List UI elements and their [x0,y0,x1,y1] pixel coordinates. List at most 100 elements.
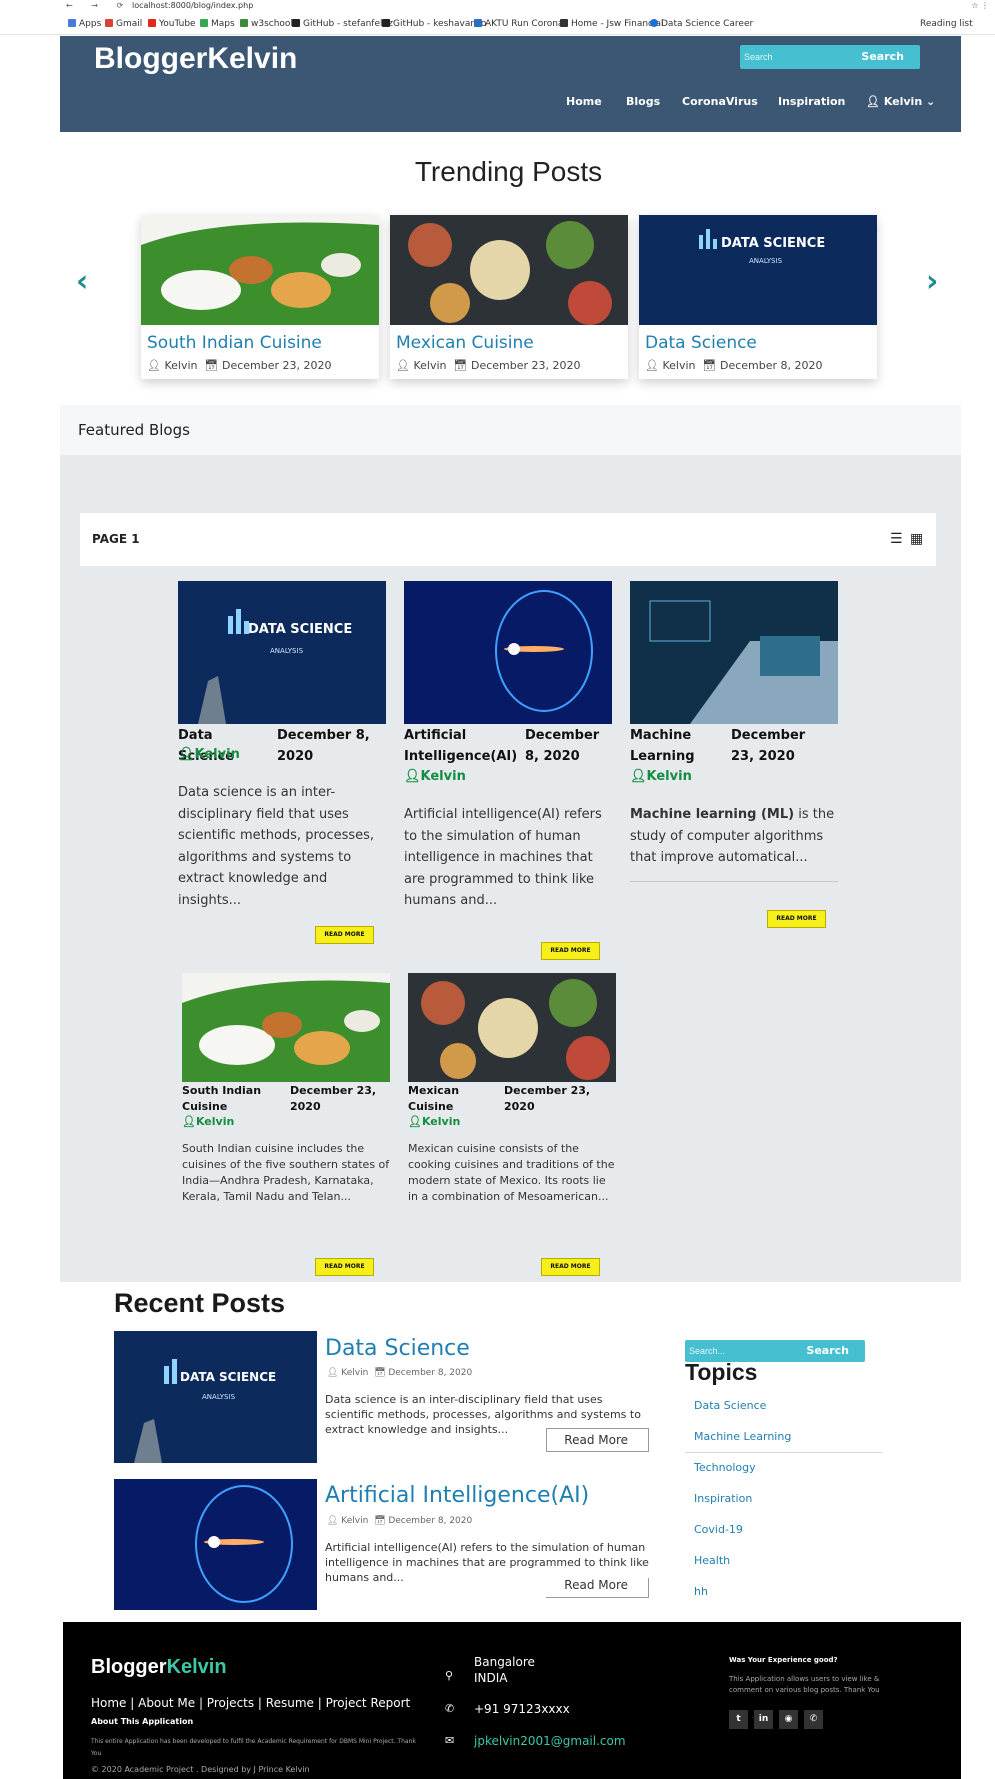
recent-post-meta: 👤︎ Kelvin 📅︎ December 8, 2020 [327,1368,473,1378]
bookmark-item[interactable]: Gmail [105,19,142,29]
footer-phone: +91 97123xxxx [474,1702,570,1716]
blog-title[interactable]: Artificial Intelligence(AI) [404,725,517,767]
footer-brand[interactable]: BloggerKelvin [91,1656,227,1679]
topic-link[interactable]: hh [694,1585,708,1598]
header-search-button[interactable]: Search [861,50,904,63]
footer-country: INDIA [474,1671,508,1685]
footer-about-heading: About This Application [91,1717,194,1726]
bookmark-item[interactable]: AKTU Run Corona [474,19,563,29]
phone-icon: ✆ [445,1702,455,1715]
nav-home[interactable]: Home [566,95,602,108]
recent-post-title[interactable]: Artificial Intelligence(AI) [325,1483,589,1508]
nav-blogs[interactable]: Blogs [626,95,660,108]
user-icon: 👤︎ [178,747,195,762]
bookmark-item[interactable]: GitHub - keshavanko [382,19,486,29]
sidebar-search-button[interactable]: Search [806,1344,849,1357]
trending-card-title[interactable]: Mexican Cuisine [396,333,534,353]
bookmark-item[interactable]: Apps [68,19,101,29]
svg-text:ANALYSIS: ANALYSIS [270,647,304,655]
trending-card[interactable]: DATA SCIENCE ANALYSIS Data Science 👤︎ Ke… [639,215,877,379]
topic-link[interactable]: Covid-19 [694,1523,743,1536]
blog-description: Data science is an inter-disciplinary fi… [178,785,375,908]
blog-date: December 23, 2020 [290,1084,377,1113]
linkedin-icon[interactable]: in [754,1710,773,1729]
reading-list[interactable]: Reading list [920,19,973,29]
recent-post-title[interactable]: Data Science [325,1336,470,1361]
user-icon: 👤︎ [408,1115,422,1128]
chevron-left-icon[interactable]: ‹ [76,264,88,299]
mexican-food-image [390,215,628,325]
bookmark-item[interactable]: w3schools [240,19,298,29]
email-icon: ✉ [445,1734,455,1747]
page-bar: PAGE 1 ☰ ▦ [80,513,936,566]
grid-view-icon[interactable]: ▦ [910,531,923,547]
read-more-button[interactable]: READ MORE [541,942,600,960]
trending-card[interactable]: Mexican Cuisine 👤︎ Kelvin 📅︎ December 23… [390,215,628,379]
nav-coronavirus[interactable]: CoronaVirus [682,95,758,108]
divider [685,1452,882,1453]
bookmarks-bar: Apps Gmail YouTube Maps w3schools GitHub… [0,13,995,35]
read-more-button[interactable]: READ MORE [315,926,374,944]
trending-heading: Trending Posts [414,156,603,187]
header-search-input[interactable] [744,48,844,66]
sidebar-search-input[interactable] [689,1343,789,1359]
blog-author: 👤︎Kelvin [182,1115,235,1128]
read-more-button[interactable]: READ MORE [767,910,826,928]
svg-text:ANALYSIS: ANALYSIS [202,1393,236,1401]
blog-author: 👤︎Kelvin [408,1115,461,1128]
blog-date: December 23, 2020 [731,728,806,764]
svg-text:DATA SCIENCE: DATA SCIENCE [721,236,825,251]
trending-card[interactable]: South Indian Cuisine 👤︎ Kelvin 📅︎ Decemb… [141,215,379,379]
footer-links[interactable]: Home | About Me | Projects | Resume | Pr… [91,1696,410,1710]
browser-star-icon[interactable]: ☆ ⋮ [971,1,989,10]
topic-link[interactable]: Machine Learning [694,1430,791,1443]
user-icon: 👤︎ [182,1115,196,1128]
bookmark-item[interactable]: Home - Jsw Financial [560,19,664,29]
bookmark-item[interactable]: Data Science Career [650,19,753,29]
trending-card-title[interactable]: Data Science [645,333,757,353]
data-science-image: DATA SCIENCE ANALYSIS [114,1331,317,1463]
blog-title[interactable]: South Indian Cuisine [182,1083,272,1115]
topic-link[interactable]: Health [694,1554,730,1567]
nav-inspiration[interactable]: Inspiration [778,95,845,108]
blog-description: Machine learning (ML) is the study of co… [630,807,835,865]
user-icon: 👤︎ [866,95,880,108]
bookmark-item[interactable]: YouTube [148,19,196,29]
topic-link[interactable]: Technology [694,1461,756,1474]
chevron-right-icon[interactable]: › [926,264,938,299]
blog-author: 👤︎Kelvin [404,769,466,784]
list-view-icon[interactable]: ☰ [890,531,903,547]
user-icon: 👤︎ [630,769,647,784]
twitter-icon[interactable]: t [729,1710,748,1729]
read-more-button[interactable]: Read More [546,1428,649,1452]
bookmark-item[interactable]: Maps [200,19,235,29]
topic-link[interactable]: Inspiration [694,1492,752,1505]
blog-author: 👤︎Kelvin [178,747,240,762]
browser-nav-icons[interactable]: ← → ⟳ [66,1,131,10]
site-brand[interactable]: BloggerKelvin [94,42,297,76]
footer-copyright: © 2020 Academic Project . Designed by J … [91,1765,310,1774]
read-more-button[interactable]: Read More [546,1578,649,1598]
bookmark-item[interactable]: GitHub - stefanfeldz [292,19,393,29]
trending-card-meta: 👤︎ Kelvin 📅︎ December 23, 2020 [147,359,332,372]
read-more-button[interactable]: READ MORE [315,1258,374,1276]
read-more-button[interactable]: READ MORE [541,1258,600,1276]
blog-title[interactable]: Mexican Cuisine [408,1083,488,1115]
featured-header: Featured Blogs [60,405,961,455]
footer-email[interactable]: jpkelvin2001@gmail.com [474,1734,626,1748]
trending-card-title[interactable]: South Indian Cuisine [147,333,322,353]
footer-question: Was Your Experience good? [729,1656,838,1664]
topics-heading: Topics [685,1359,758,1385]
user-icon: 👤︎ [404,769,421,784]
ai-image [114,1479,317,1610]
ai-image [404,581,612,724]
github-icon[interactable]: ◉ [779,1710,798,1729]
footer-question-text: This Application allows users to view li… [729,1675,880,1694]
svg-text:ANALYSIS: ANALYSIS [749,257,783,265]
blog-title[interactable]: Machine Learning [630,725,700,767]
whatsapp-icon[interactable]: ✆ [804,1710,823,1729]
browser-url[interactable]: localhost:8000/blog/index.php [132,1,253,10]
nav-user-menu[interactable]: 👤︎ Kelvin ⌄ [866,95,935,108]
recent-post-meta: 👤︎ Kelvin 📅︎ December 8, 2020 [327,1516,473,1526]
topic-link[interactable]: Data Science [694,1399,766,1412]
